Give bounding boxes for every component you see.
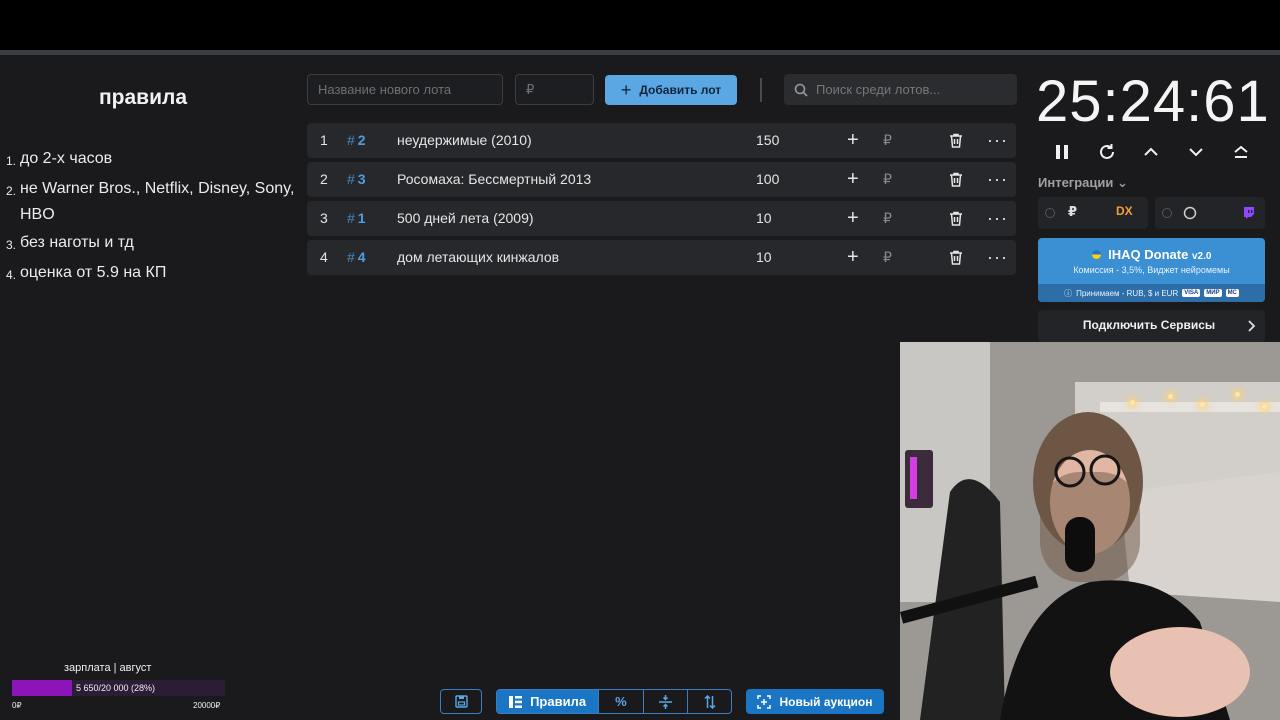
currency-input[interactable]: ₽ (883, 123, 892, 158)
fairy-light (1235, 392, 1240, 397)
reset-icon[interactable] (1095, 140, 1119, 164)
fairy-light (1200, 402, 1205, 407)
new-auction-button[interactable]: Новый аукцион (746, 689, 884, 714)
donatepay-icon: ₽ (1068, 204, 1078, 219)
integrations-toggle[interactable]: Интеграции ⌄ (1038, 175, 1128, 191)
donation-services[interactable]: ₽ DX (1038, 197, 1148, 229)
currency-input[interactable]: ₽ (883, 201, 892, 236)
more-icon[interactable]: ··· (987, 162, 1008, 197)
fairy-light (1168, 394, 1173, 399)
mastercard-icon: MC (1225, 289, 1239, 297)
add-amount-icon[interactable]: + (847, 162, 859, 197)
lot-amount: 10 (756, 210, 772, 226)
visa-icon: VISA (1182, 289, 1201, 297)
chevron-up-icon[interactable] (1139, 140, 1163, 164)
info-icon: ⓘ (1064, 288, 1073, 298)
search-icon (794, 83, 808, 97)
connect-services-button[interactable]: Подключить Сервисы (1038, 310, 1265, 342)
rules-tab-button[interactable]: Правила (497, 690, 599, 713)
lot-amount: 100 (756, 171, 780, 187)
goal-min-label: 0₽ (12, 701, 22, 710)
rules-list: 1. до 2-х часов 2. не Warner Bros., Netfli… (6, 146, 296, 290)
lot-row[interactable]: 4 #4 дом летающих кинжалов 10 + ₽ ··· (307, 240, 1016, 275)
lot-name-input[interactable]: Название нового лота (307, 74, 503, 105)
add-amount-icon[interactable]: + (847, 240, 859, 275)
percent-button[interactable]: % (598, 690, 643, 713)
view-toggle-group: Правила % (496, 689, 732, 714)
more-icon[interactable]: ··· (987, 201, 1008, 236)
chevron-down-icon: ⌄ (1116, 175, 1128, 190)
rule-item: 4. оценка от 5.9 на КП (6, 264, 167, 282)
fairy-light (1130, 400, 1135, 405)
add-amount-icon[interactable]: + (847, 123, 859, 158)
webcam-video (900, 342, 1280, 720)
new-auction-icon (757, 694, 772, 709)
lot-amount: 150 (756, 132, 780, 148)
rule-item: 3. без наготы и тд (6, 234, 134, 252)
save-icon (454, 695, 468, 708)
donate-logo-icon (1091, 250, 1101, 259)
twitch-icon (1243, 206, 1255, 225)
add-amount-icon[interactable]: + (847, 201, 859, 236)
compress-icon[interactable] (642, 690, 688, 713)
lot-id: #1 (347, 210, 366, 226)
fairy-light (1262, 404, 1267, 409)
rule-item: 1. до 2-х часов (6, 150, 113, 168)
double-chevron-up-icon[interactable] (1229, 140, 1253, 164)
lot-row[interactable]: 1 #2 неудержимые (2010) 150 + ₽ ··· (307, 123, 1016, 158)
lot-price-input[interactable]: ₽ (515, 74, 594, 105)
rules-title: правила (98, 86, 188, 109)
lot-id: #4 (347, 249, 366, 265)
lot-id: #2 (347, 132, 366, 148)
webcam-overlay (900, 342, 1280, 720)
status-dot (1045, 208, 1055, 218)
currency-input[interactable]: ₽ (883, 240, 892, 275)
trash-icon[interactable] (949, 211, 963, 229)
lot-amount: 10 (756, 249, 772, 265)
more-icon[interactable]: ··· (987, 123, 1008, 158)
rules-icon (509, 695, 523, 708)
status-dot (1162, 208, 1172, 218)
pause-icon[interactable] (1050, 140, 1074, 164)
lot-id: #3 (347, 171, 366, 187)
stream-services[interactable] (1155, 197, 1265, 229)
donate-banner[interactable]: IHAQ Donate v2.0 Комиссия - 3,5%, Виджет… (1038, 238, 1265, 302)
sort-icon[interactable] (687, 690, 731, 713)
lots-list: 1 #2 неудержимые (2010) 150 + ₽ ··· 2 #3… (307, 123, 1016, 279)
goal-progress-text: 5 650/20 000 (28%) (76, 683, 156, 693)
plus-icon: + (620, 79, 632, 100)
trash-icon[interactable] (949, 172, 963, 190)
service-icon (1183, 206, 1197, 225)
toolbar-separator (760, 78, 762, 102)
currency-input[interactable]: ₽ (883, 162, 892, 197)
chevron-right-icon (1247, 319, 1256, 337)
rule-item: 2. не Warner Bros., Netflix, Disney, Sony… (6, 180, 295, 223)
save-button[interactable] (440, 689, 482, 714)
more-icon[interactable]: ··· (987, 240, 1008, 275)
top-black-bar (0, 0, 1280, 50)
lot-name[interactable]: 500 дней лета (2009) (397, 201, 534, 236)
lot-search-input[interactable]: Поиск среди лотов... (784, 74, 1017, 105)
lot-name[interactable]: неудержимые (2010) (397, 123, 532, 158)
lot-row[interactable]: 3 #1 500 дней лета (2009) 10 + ₽ ··· (307, 201, 1016, 236)
lot-name[interactable]: Росомаха: Бессмертный 2013 (397, 162, 591, 197)
auction-timer: 25:24:61 (1036, 69, 1270, 134)
donationalerts-icon: DX (1116, 204, 1133, 218)
mir-icon: МИР (1204, 289, 1222, 297)
lot-row[interactable]: 2 #3 Росомаха: Бессмертный 2013 100 + ₽ … (307, 162, 1016, 197)
lot-name[interactable]: дом летающих кинжалов (397, 240, 559, 275)
add-lot-button[interactable]: + Добавить лот (605, 75, 737, 105)
trash-icon[interactable] (949, 133, 963, 151)
trash-icon[interactable] (949, 250, 963, 268)
goal-max-label: 20000₽ (193, 701, 221, 710)
goal-title: зарплата | август (64, 662, 152, 674)
chevron-down-icon[interactable] (1184, 140, 1208, 164)
goal-progress-fill (12, 680, 72, 696)
